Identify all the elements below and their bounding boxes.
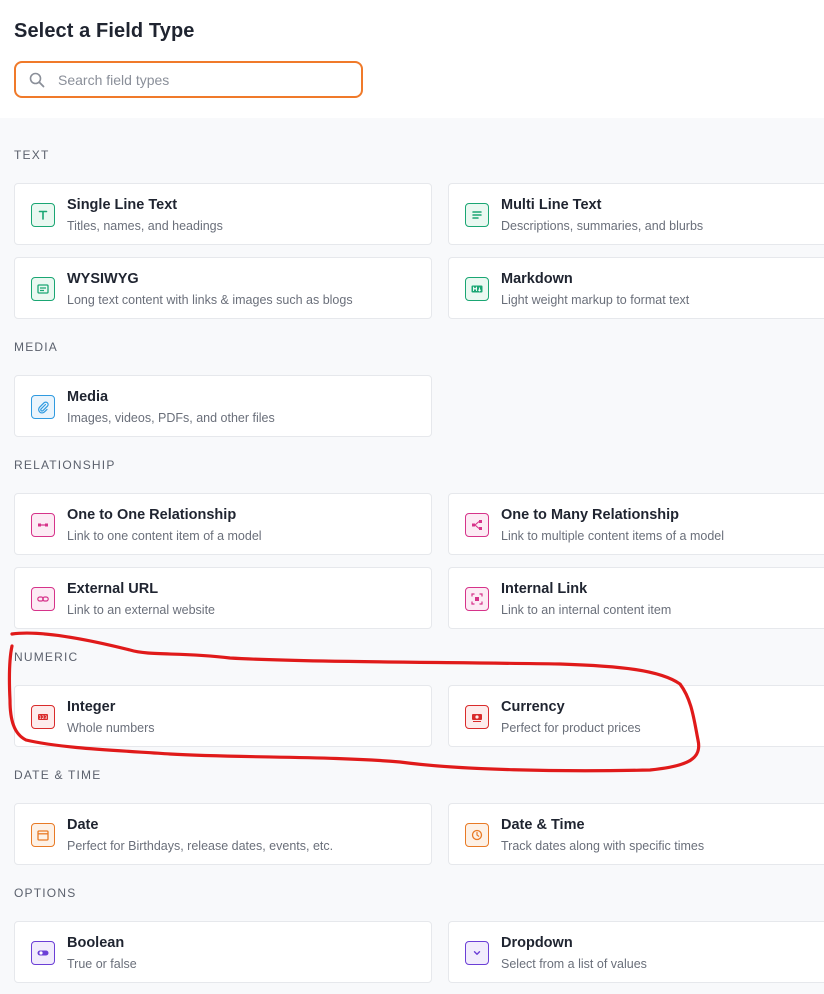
text-t-icon <box>31 203 55 227</box>
money-icon <box>465 705 489 729</box>
field-type-multi-line-text[interactable]: Multi Line Text Descriptions, summaries,… <box>448 183 824 245</box>
chevron-down-icon <box>465 941 489 965</box>
field-type-description: Select from a list of values <box>501 957 647 971</box>
section-label-numeric: NUMERIC <box>14 650 79 664</box>
field-type-description: Long text content with links & images su… <box>67 293 353 307</box>
page-title: Select a Field Type <box>14 20 195 42</box>
field-type-internal-link[interactable]: Internal Link Link to an internal conten… <box>448 567 824 629</box>
field-type-wysiwyg[interactable]: WYSIWYG Long text content with links & i… <box>14 257 432 319</box>
field-type-description: Perfect for Birthdays, release dates, ev… <box>67 839 334 853</box>
field-type-name: Multi Line Text <box>501 197 602 213</box>
paperclip-icon <box>31 395 55 419</box>
search-box[interactable] <box>14 61 363 98</box>
field-type-name: Single Line Text <box>67 197 178 213</box>
field-type-name: Boolean <box>67 935 125 951</box>
section-label-date-time: DATE & TIME <box>14 768 102 782</box>
field-type-description: Images, videos, PDFs, and other files <box>67 411 275 425</box>
search-input[interactable] <box>58 63 348 96</box>
field-type-name: Internal Link <box>501 581 588 597</box>
field-type-boolean[interactable]: Boolean True or false <box>14 921 432 983</box>
paragraph-icon <box>465 203 489 227</box>
field-type-description: Descriptions, summaries, and blurbs <box>501 219 704 233</box>
section-label-media: MEDIA <box>14 340 59 354</box>
dialog-header: Select a Field Type <box>0 0 824 118</box>
field-type-name: Media <box>67 389 109 405</box>
field-type-date-and-time[interactable]: Date & Time Track dates along with speci… <box>448 803 824 865</box>
section-label-options: OPTIONS <box>14 886 77 900</box>
search-icon <box>29 72 45 88</box>
section-label-relationship: RELATIONSHIP <box>14 458 116 472</box>
markdown-icon <box>465 277 489 301</box>
field-type-description: Titles, names, and headings <box>67 219 223 233</box>
field-type-description: Link to an internal content item <box>501 603 672 617</box>
field-type-name: Currency <box>501 699 565 715</box>
field-type-description: Whole numbers <box>67 721 155 735</box>
field-type-single-line-text[interactable]: Single Line Text Titles, names, and head… <box>14 183 432 245</box>
field-type-description: Perfect for product prices <box>501 721 641 735</box>
field-type-name: Date <box>67 817 99 833</box>
field-type-currency[interactable]: Currency Perfect for product prices <box>448 685 824 747</box>
field-type-name: Dropdown <box>501 935 573 951</box>
field-type-name: Markdown <box>501 271 573 287</box>
toggle-icon <box>31 941 55 965</box>
field-type-description: Link to multiple content items of a mode… <box>501 529 725 543</box>
link-icon <box>31 587 55 611</box>
field-type-external-url[interactable]: External URL Link to an external website <box>14 567 432 629</box>
one-to-many-icon <box>465 513 489 537</box>
field-type-media[interactable]: Media Images, videos, PDFs, and other fi… <box>14 375 432 437</box>
field-type-name: One to One Relationship <box>67 507 237 523</box>
field-type-one-to-many-relationship[interactable]: One to Many Relationship Link to multipl… <box>448 493 824 555</box>
field-type-description: True or false <box>67 957 137 971</box>
field-type-date[interactable]: Date Perfect for Birthdays, release date… <box>14 803 432 865</box>
internal-link-icon <box>465 587 489 611</box>
one-to-one-icon <box>31 513 55 537</box>
field-type-name: Integer <box>67 699 116 715</box>
field-type-description: Link to an external website <box>67 603 216 617</box>
field-type-name: WYSIWYG <box>67 271 139 287</box>
field-type-name: One to Many Relationship <box>501 507 680 523</box>
field-type-markdown[interactable]: Markdown Light weight markup to format t… <box>448 257 824 319</box>
svg-text:123: 123 <box>39 715 48 721</box>
field-type-one-to-one-relationship[interactable]: One to One Relationship Link to one cont… <box>14 493 432 555</box>
field-type-dropdown[interactable]: Dropdown Select from a list of values <box>448 921 824 983</box>
calendar-icon <box>31 823 55 847</box>
clock-icon <box>465 823 489 847</box>
field-type-description: Light weight markup to format text <box>501 293 690 307</box>
number-icon: 123 <box>31 705 55 729</box>
field-type-name: Date & Time <box>501 817 585 833</box>
section-label-text: TEXT <box>14 148 50 162</box>
field-type-name: External URL <box>67 581 159 597</box>
field-type-description: Track dates along with specific times <box>501 839 705 853</box>
field-type-integer[interactable]: 123 Integer Whole numbers <box>14 685 432 747</box>
editor-icon <box>31 277 55 301</box>
field-type-description: Link to one content item of a model <box>67 529 262 543</box>
